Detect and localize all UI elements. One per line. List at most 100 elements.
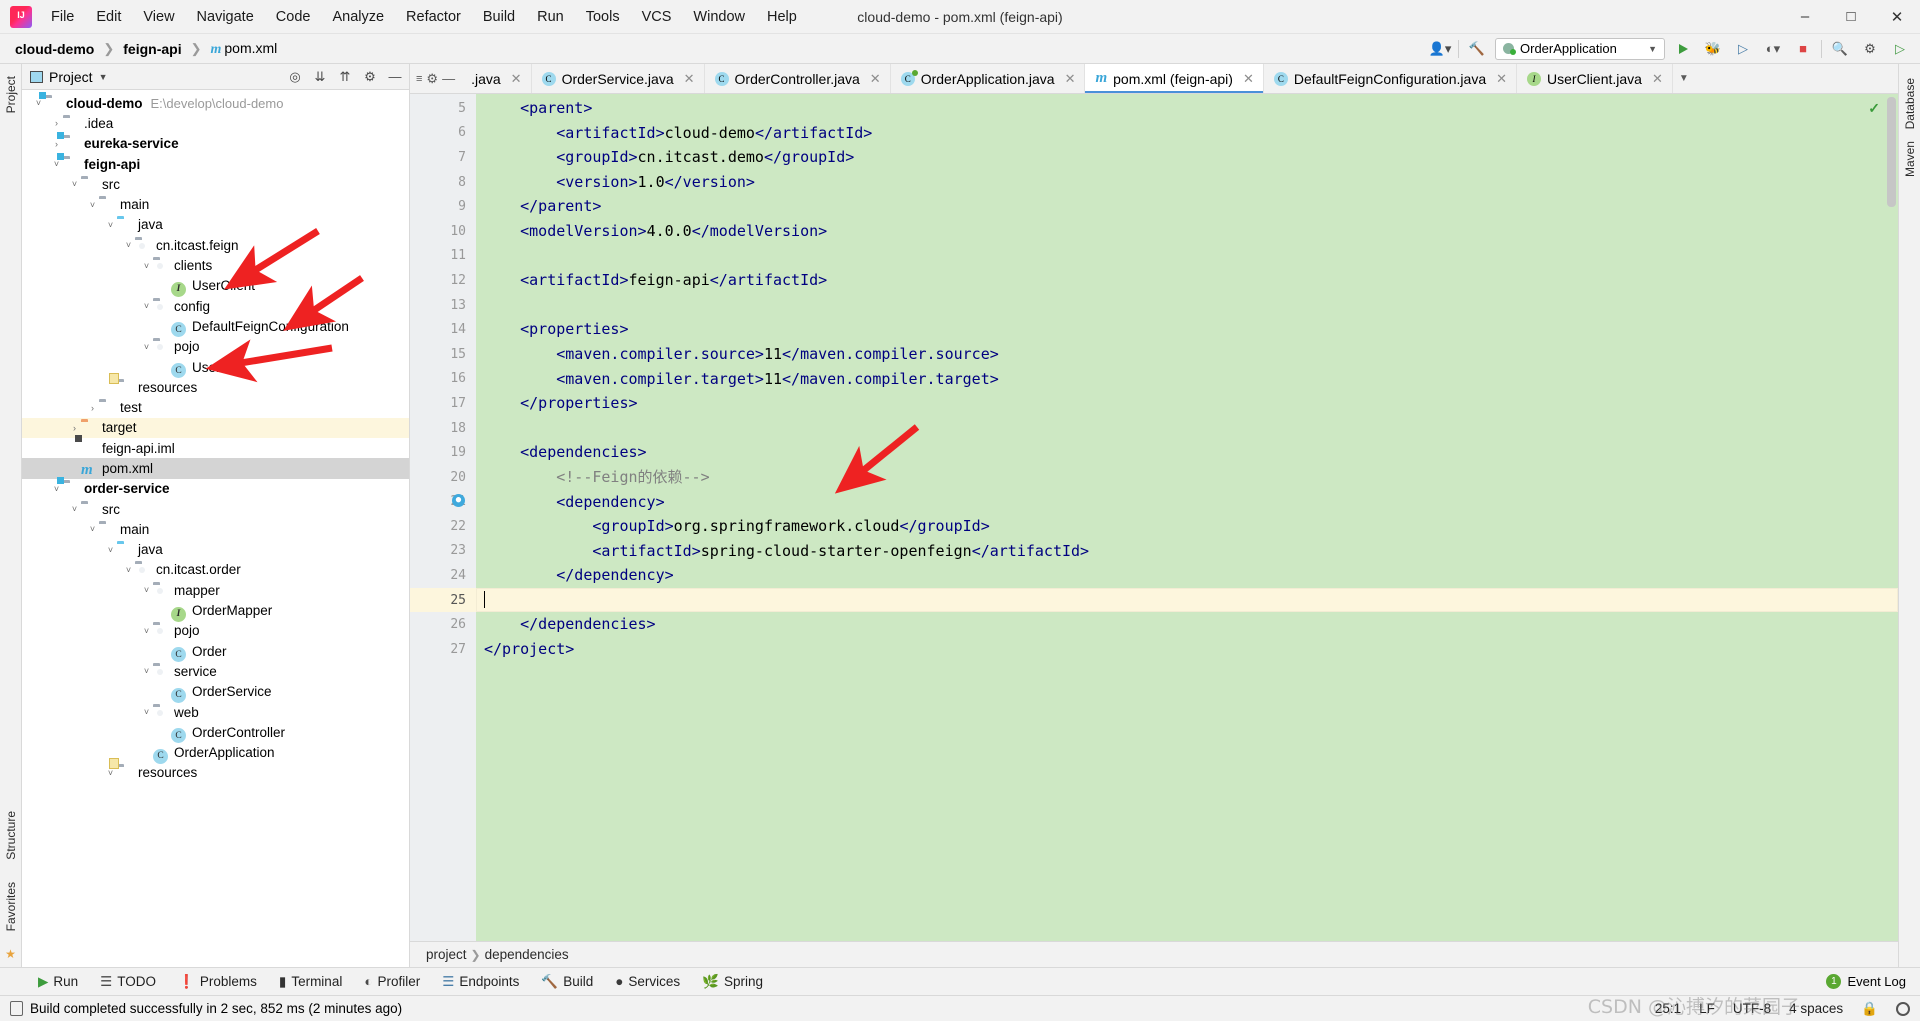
code-line-17[interactable]: </properties> (476, 391, 1898, 416)
code-line-8[interactable]: <version>1.0</version> (476, 170, 1898, 195)
breadcrumb-item-module[interactable]: feign-api (118, 39, 186, 59)
editor-tab-defaultfeignconfiguration-java[interactable]: C DefaultFeignConfiguration.java ✕ (1264, 64, 1518, 93)
rail-item-favorites[interactable]: Favorites (4, 876, 18, 937)
menu-window[interactable]: Window (682, 4, 756, 30)
tree-node-test[interactable]: › test (22, 397, 409, 417)
menu-file[interactable]: File (40, 4, 85, 30)
tree-node-main[interactable]: ˅ main (22, 519, 409, 539)
tree-node--idea[interactable]: › .idea (22, 113, 409, 133)
editor-vertical-scrollbar[interactable] (1884, 94, 1898, 941)
editor-tab-orderservice-java[interactable]: C OrderService.java ✕ (532, 64, 705, 93)
gutter-line-9[interactable]: 9 (410, 194, 476, 219)
menu-vcs[interactable]: VCS (631, 4, 683, 30)
gutter-line-24[interactable]: 24▾ (410, 563, 481, 588)
editor-tab-ordercontroller-java[interactable]: C OrderController.java ✕ (705, 64, 891, 93)
menu-tools[interactable]: Tools (575, 4, 631, 30)
tree-node-ordercontroller[interactable]: OrderController (22, 722, 409, 744)
code-line-15[interactable]: <maven.compiler.source>11</maven.compile… (476, 342, 1898, 367)
rail-item-project[interactable]: Project (4, 70, 18, 119)
update-icon[interactable]: ▷ (1888, 38, 1912, 60)
tree-expander-icon[interactable]: ˅ (140, 261, 153, 271)
line-separator[interactable]: LF (1699, 1001, 1715, 1016)
code-line-18[interactable] (476, 416, 1898, 441)
gutter-line-5[interactable]: 5▾ (410, 96, 481, 121)
maximize-button[interactable]: □ (1828, 0, 1874, 34)
tree-node-orderapplication[interactable]: OrderApplication (22, 743, 409, 764)
editor-tab-orderapplication-java[interactable]: C OrderApplication.java ✕ (891, 64, 1086, 93)
tree-node-user[interactable]: User (22, 357, 409, 378)
gutter-line-18[interactable]: 18 (410, 416, 476, 441)
tree-expander-icon[interactable]: ˅ (122, 240, 135, 250)
tree-node-mapper[interactable]: ˅ mapper (22, 580, 409, 600)
rail-item-structure[interactable]: Structure (4, 805, 18, 866)
gutter-line-26[interactable]: 26▾ (410, 612, 481, 637)
file-encoding[interactable]: UTF-8 (1733, 1001, 1771, 1016)
tree-node-order-service[interactable]: ˅ order-service (22, 479, 409, 499)
menu-help[interactable]: Help (756, 4, 808, 30)
gutter-line-15[interactable]: 15 (410, 342, 476, 367)
run-configuration-selector[interactable]: OrderApplication ▼ (1495, 37, 1665, 60)
tree-node-web[interactable]: ˅ web (22, 702, 409, 722)
collapse-icon[interactable]: ≡ (416, 73, 422, 85)
settings-icon[interactable]: ⚙ (360, 67, 380, 87)
event-log-label[interactable]: Event Log (1847, 974, 1906, 989)
code-line-12[interactable]: <artifactId>feign-api</artifactId> (476, 268, 1898, 293)
code-line-6[interactable]: <artifactId>cloud-demo</artifactId> (476, 121, 1898, 146)
tree-expander-icon[interactable]: ˅ (140, 626, 153, 636)
tool-window-profiler[interactable]: ◐ Profiler (354, 971, 430, 992)
gutter-line-23[interactable]: 23 (410, 539, 476, 564)
tool-window-endpoints[interactable]: ☰ Endpoints (432, 971, 529, 993)
menu-view[interactable]: View (132, 4, 185, 30)
tree-node-clients[interactable]: ˅ clients (22, 255, 409, 275)
tree-node-pom-xml[interactable]: m pom.xml (22, 458, 409, 479)
hide-icon[interactable]: — (442, 71, 455, 86)
editor-breadcrumb-dependencies[interactable]: dependencies (485, 947, 569, 962)
gutter-line-16[interactable]: 16 (410, 367, 476, 392)
tree-expander-icon[interactable]: ˅ (104, 768, 117, 778)
close-icon[interactable]: ✕ (1065, 71, 1076, 87)
code-line-7[interactable]: <groupId>cn.itcast.demo</groupId> (476, 145, 1898, 170)
locate-icon[interactable]: ◎ (285, 67, 305, 87)
gutter-line-17[interactable]: 17 (410, 391, 476, 416)
code-line-19[interactable]: <dependencies> (476, 440, 1898, 465)
tab-strip-overflow[interactable]: ▼ (1673, 64, 1695, 93)
editor-tab-userclient-java[interactable]: I UserClient.java ✕ (1517, 64, 1673, 93)
menu-code[interactable]: Code (265, 4, 322, 30)
code-line-26[interactable]: </dependencies> (476, 612, 1898, 637)
menu-edit[interactable]: Edit (85, 4, 132, 30)
code-line-10[interactable]: <modelVersion>4.0.0</modelVersion> (476, 219, 1898, 244)
tree-node-main[interactable]: ˅ main (22, 194, 409, 214)
tree-node-defaultfeignconfiguration[interactable]: DefaultFeignConfiguration (22, 316, 409, 338)
editor-tab-pom-xml-feign-api[interactable]: m pom.xml (feign-api) ✕ (1085, 64, 1264, 93)
close-icon[interactable]: ✕ (1243, 71, 1254, 87)
breadcrumb-item-project[interactable]: cloud-demo (10, 39, 99, 59)
tree-expander-icon[interactable]: › (86, 403, 99, 413)
code-line-20[interactable]: <!--Feign的依赖--> (476, 465, 1898, 490)
tree-node-cloud-demo[interactable]: ˅ cloud-demo E:\develop\cloud-demo (22, 93, 409, 113)
tree-node-pojo[interactable]: ˅ pojo (22, 337, 409, 357)
chevron-down-icon[interactable]: ▼ (1679, 73, 1689, 84)
tree-expander-icon[interactable]: › (68, 423, 81, 433)
tree-expander-icon[interactable]: › (50, 118, 63, 128)
code-line-14[interactable]: <properties> (476, 317, 1898, 342)
gutter-line-7[interactable]: 7 (410, 145, 476, 170)
gutter-line-12[interactable]: 12 (410, 268, 476, 293)
tree-expander-icon[interactable]: ˅ (50, 484, 63, 494)
tree-expander-icon[interactable]: ˅ (32, 98, 45, 108)
code-line-5[interactable]: <parent> (476, 96, 1898, 121)
tool-window-spring[interactable]: 🌿 Spring (692, 971, 773, 993)
tree-node-ordermapper[interactable]: OrderMapper (22, 600, 409, 622)
gutter-line-8[interactable]: 8 (410, 170, 476, 195)
tree-node-config[interactable]: ˅ config (22, 296, 409, 316)
tree-node-resources[interactable]: ˅ resources (22, 763, 409, 783)
code-viewport[interactable]: <parent> <artifactId>cloud-demo</artifac… (476, 94, 1898, 941)
tree-node-src[interactable]: ˅ src (22, 499, 409, 519)
tree-node-src[interactable]: ˅ src (22, 174, 409, 194)
code-line-22[interactable]: <groupId>org.springframework.cloud</grou… (476, 514, 1898, 539)
code-content[interactable]: <parent> <artifactId>cloud-demo</artifac… (476, 94, 1898, 662)
tree-expander-icon[interactable]: › (50, 139, 63, 149)
editor-tab-bar[interactable]: ≡ ⚙ — .java ✕ C OrderService.java ✕ C OrderContro… (410, 64, 1898, 94)
code-line-21[interactable]: <dependency> (476, 490, 1898, 515)
tool-window-build[interactable]: 🔨 Build (531, 971, 603, 993)
tree-expander-icon[interactable]: ˅ (140, 585, 153, 595)
